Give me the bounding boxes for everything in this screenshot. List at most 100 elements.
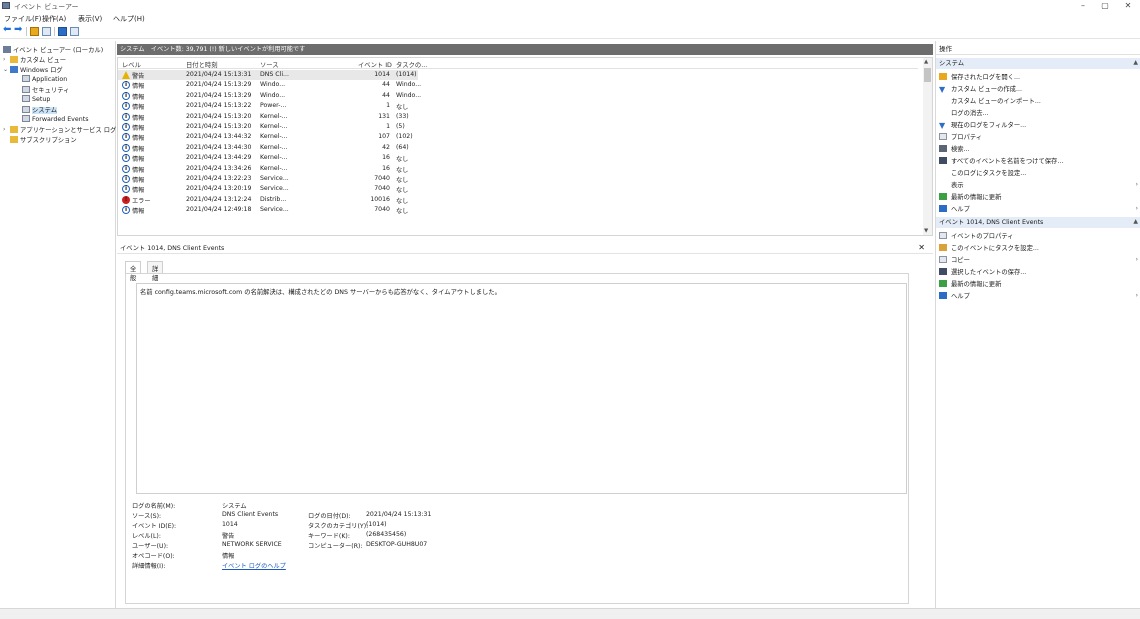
action-save-all-events[interactable]: すべてのイベントを名前をつけて保存...: [939, 156, 1063, 166]
information-icon: i: [122, 112, 130, 121]
tree-item-apps-services[interactable]: アプリケーションとサービス ログ: [10, 125, 116, 134]
cell-level: エラー: [132, 197, 151, 205]
event-log-help-link[interactable]: イベント ログのヘルプ: [222, 561, 286, 570]
action-create-custom-view[interactable]: ▼ カスタム ビューの作成...: [939, 84, 1022, 94]
scroll-up-icon[interactable]: ▲: [924, 59, 928, 65]
show-action-pane-icon[interactable]: [70, 27, 79, 36]
column-date[interactable]: 日付と時刻: [186, 60, 217, 69]
show-hide-tree-icon[interactable]: [42, 27, 51, 36]
action-open-saved-log[interactable]: 保存されたログを開く...: [939, 72, 1020, 82]
maximize-button[interactable]: ▢: [1095, 1, 1115, 10]
collapse-section-icon[interactable]: ▲: [1133, 59, 1138, 66]
actions-section-event[interactable]: イベント 1014, DNS Client Events: [936, 217, 1140, 228]
action-attach-task-event[interactable]: このイベントにタスクを設定...: [939, 243, 1039, 253]
action-filter-current-log[interactable]: ▼ 現在のログをフィルター...: [939, 120, 1026, 130]
table-row[interactable]: i 情報 2021/04/24 13:34:26 Kernel-... 16 なし: [118, 164, 418, 174]
cell-date: 2021/04/24 12:49:18: [186, 206, 252, 214]
column-source[interactable]: ソース: [260, 60, 279, 69]
table-row[interactable]: i 情報 2021/04/24 13:22:23 Service... 7040 なし: [118, 174, 418, 184]
prop-task-label: タスクのカテゴリ(Y):: [308, 523, 369, 530]
prop-more-info-label: 詳細情報(I):: [132, 563, 166, 570]
prop-computer: DESKTOP-GUH8U07: [366, 541, 428, 548]
prop-logged-label: ログの日付(D):: [308, 513, 351, 520]
tree-item-forwarded-events[interactable]: Forwarded Events: [22, 115, 89, 124]
folder-up-icon[interactable]: [30, 27, 39, 36]
prop-event-id: 1014: [222, 521, 238, 528]
tree-item-system[interactable]: システム: [22, 105, 57, 114]
action-clear-log[interactable]: ログの消去...: [939, 108, 989, 118]
back-arrow-icon[interactable]: ⬅: [3, 25, 12, 35]
folder-icon: [10, 56, 18, 63]
cell-event-id: 1: [386, 102, 390, 110]
tree-item-application[interactable]: Application: [22, 75, 67, 84]
prop-level-label: レベル(L):: [132, 533, 161, 540]
action-help[interactable]: ヘルプ: [939, 204, 970, 214]
submenu-arrow-icon: ›: [1135, 292, 1138, 299]
tree-item-setup[interactable]: Setup: [22, 95, 50, 104]
action-help-event[interactable]: ヘルプ: [939, 291, 970, 301]
cell-date: 2021/04/24 15:13:20: [186, 123, 252, 130]
tab-general[interactable]: 全般: [125, 261, 142, 282]
action-attach-task-log[interactable]: このログにタスクを設定...: [939, 168, 1026, 178]
close-detail-icon[interactable]: ✕: [918, 243, 925, 252]
action-view[interactable]: 表示: [939, 180, 964, 190]
menu-file[interactable]: ファイル(F): [4, 14, 42, 24]
action-find[interactable]: 検索...: [939, 144, 970, 154]
information-icon: i: [122, 91, 130, 100]
cell-task-category: なし: [396, 156, 409, 164]
action-copy[interactable]: コピー: [939, 255, 970, 265]
event-list-scrollbar[interactable]: ▲ ▼: [923, 58, 932, 235]
minimize-button[interactable]: –: [1073, 1, 1093, 10]
scroll-down-icon[interactable]: ▼: [924, 228, 928, 234]
action-import-custom-view[interactable]: カスタム ビューのインポート...: [939, 96, 1041, 106]
table-row[interactable]: i 情報 2021/04/24 15:13:22 Power-... 1 なし: [118, 101, 418, 111]
table-row[interactable]: i 情報 2021/04/24 13:44:30 Kernel-... 42 (64): [118, 143, 418, 153]
table-row[interactable]: i 情報 2021/04/24 15:13:29 Windo... 44 Windo...: [118, 80, 421, 90]
action-save-selected-events[interactable]: 選択したイベントの保存...: [939, 267, 1026, 277]
tree-item-windows-logs[interactable]: Windows ログ: [10, 65, 63, 74]
collapse-section-icon[interactable]: ▲: [1133, 218, 1138, 225]
actions-section-system[interactable]: システム: [936, 58, 1140, 69]
close-window-button[interactable]: ✕: [1118, 1, 1138, 10]
table-row[interactable]: i 情報 2021/04/24 12:49:18 Service... 7040 なし: [118, 205, 418, 215]
action-properties[interactable]: プロパティ: [939, 132, 982, 142]
table-row[interactable]: i 情報 2021/04/24 15:13:20 Kernel-... 1 (5): [118, 122, 418, 132]
log-icon: [22, 95, 30, 102]
event-message[interactable]: 名前 config.teams.microsoft.com の名前解決は、構成さ…: [136, 283, 907, 494]
table-row[interactable]: i 情報 2021/04/24 13:44:29 Kernel-... 16 なし: [118, 153, 418, 163]
expand-chevron-icon[interactable]: ›: [3, 126, 5, 133]
tree-item-custom-views[interactable]: カスタム ビュー: [10, 55, 66, 64]
table-row[interactable]: ! エラー 2021/04/24 13:12:24 Distrib... 10016 なし: [118, 195, 418, 205]
tree-item-root[interactable]: イベント ビューアー (ローカル): [3, 45, 103, 54]
cell-task-category: なし: [396, 187, 409, 195]
menu-help[interactable]: ヘルプ(H): [113, 14, 145, 24]
status-bar: [0, 608, 1140, 619]
menu-action[interactable]: 操作(A): [42, 14, 66, 24]
tree-item-subscriptions[interactable]: サブスクリプション: [10, 135, 77, 144]
table-row[interactable]: i 情報 2021/04/24 15:13:20 Kernel-... 131 (33): [118, 112, 418, 122]
column-level[interactable]: レベル: [122, 60, 141, 69]
cell-level: 情報: [132, 114, 145, 122]
table-row[interactable]: i 情報 2021/04/24 13:44:32 Kernel-... 107 (102): [118, 132, 418, 142]
collapse-chevron-icon[interactable]: ⌄: [3, 66, 8, 73]
action-event-properties[interactable]: イベントのプロパティ: [939, 231, 1014, 241]
toolbar-separator: [26, 27, 27, 36]
table-row[interactable]: 警告 2021/04/24 15:13:31 DNS Cli... 1014 (1014…: [118, 70, 418, 81]
menu-view[interactable]: 表示(V): [78, 14, 102, 24]
scrollbar-thumb[interactable]: [924, 68, 931, 82]
table-row[interactable]: i 情報 2021/04/24 15:13:29 Windo... 44 Windo...: [118, 91, 421, 101]
tree-item-security[interactable]: セキュリティ: [22, 85, 69, 94]
expand-chevron-icon[interactable]: ›: [3, 56, 5, 63]
cell-level: 情報: [132, 125, 145, 132]
column-event-id[interactable]: イベント ID: [358, 60, 392, 69]
tab-details[interactable]: 詳細: [147, 261, 164, 282]
action-refresh[interactable]: 最新の情報に更新: [939, 192, 1001, 202]
action-refresh-event[interactable]: 最新の情報に更新: [939, 279, 1001, 289]
forward-arrow-icon[interactable]: ➡: [14, 25, 23, 35]
column-task-category[interactable]: タスクの...: [396, 60, 427, 69]
help-icon[interactable]: [58, 27, 67, 36]
cell-task-category: なし: [396, 197, 409, 205]
table-row[interactable]: i 情報 2021/04/24 13:20:19 Service... 7040 なし: [118, 184, 418, 194]
refresh-icon: [939, 193, 947, 200]
prop-keywords: (268435456): [366, 531, 407, 538]
